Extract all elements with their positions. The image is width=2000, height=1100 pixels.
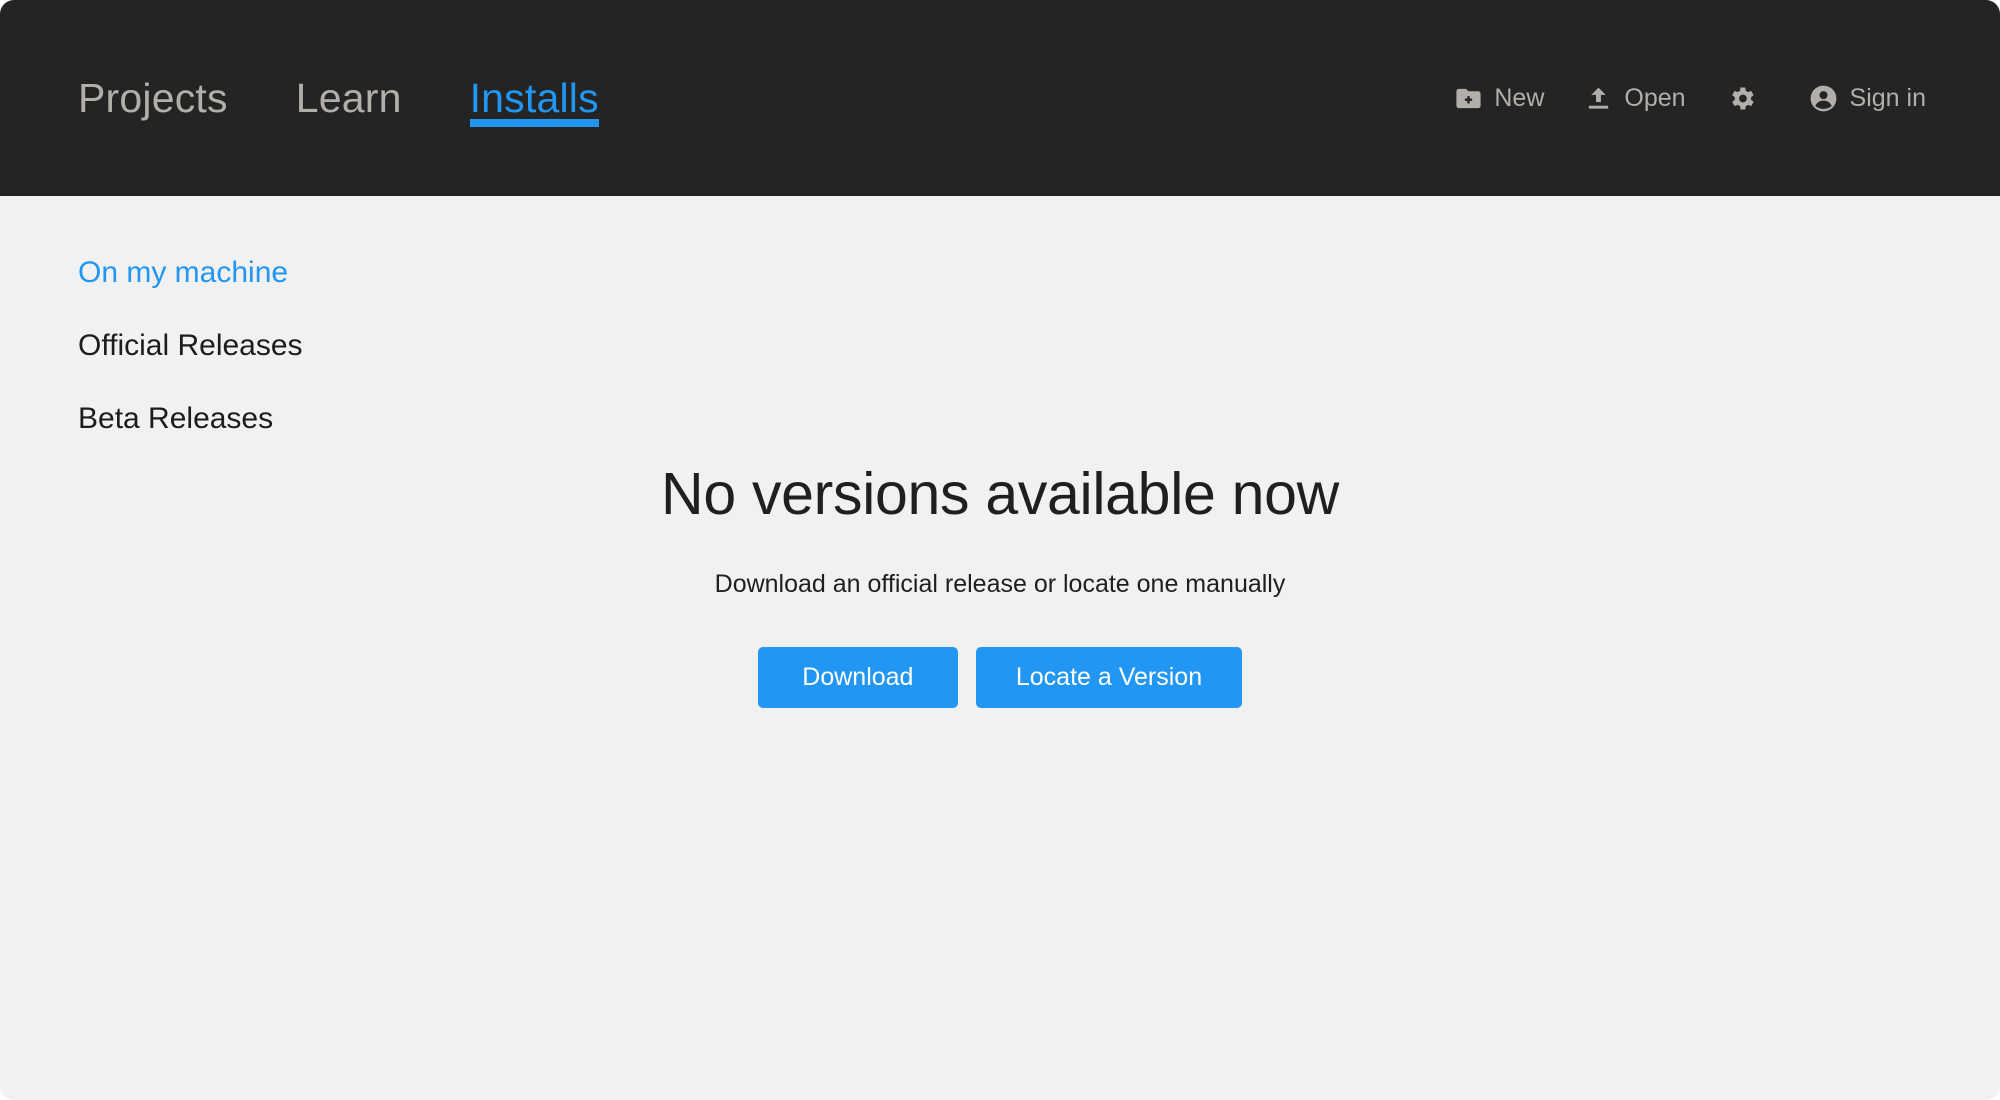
empty-state: No versions available now Download an of… xyxy=(0,461,2000,709)
sidebar-item-on-my-machine-label: On my machine xyxy=(78,256,289,289)
header-actions: New Open Sign in xyxy=(1434,0,1946,196)
sign-in-button[interactable]: Sign in xyxy=(1788,73,1946,124)
empty-state-subtitle: Download an official release or locate o… xyxy=(714,570,1286,599)
tab-learn[interactable]: Learn xyxy=(262,74,436,121)
download-button[interactable]: Download xyxy=(757,647,958,709)
sidebar-item-beta-releases-label: Beta Releases xyxy=(78,402,274,435)
new-project-label: New xyxy=(1494,83,1545,112)
sign-in-label: Sign in xyxy=(1849,83,1926,112)
open-project-label: Open xyxy=(1624,83,1686,112)
account-circle-icon xyxy=(1808,83,1839,114)
tab-installs-label: Installs xyxy=(469,74,599,121)
tab-learn-label: Learn xyxy=(295,74,402,121)
sidebar-item-on-my-machine[interactable]: On my machine xyxy=(78,258,498,288)
primary-navigation: Projects Learn Installs xyxy=(78,0,633,196)
gear-icon xyxy=(1726,83,1757,114)
empty-state-actions: Download Locate a Version xyxy=(0,647,2000,709)
sidebar-item-beta-releases[interactable]: Beta Releases xyxy=(78,404,498,434)
sidebar-item-official-releases-label: Official Releases xyxy=(78,329,303,362)
sidebar: On my machine Official Releases Beta Rel… xyxy=(78,258,498,477)
new-project-button[interactable]: New xyxy=(1434,74,1564,123)
sidebar-item-official-releases[interactable]: Official Releases xyxy=(78,331,498,361)
upload-icon xyxy=(1584,84,1613,113)
tab-projects-label: Projects xyxy=(78,74,228,121)
open-project-button[interactable]: Open xyxy=(1564,74,1705,123)
tab-installs[interactable]: Installs xyxy=(436,74,633,127)
settings-button[interactable] xyxy=(1706,73,1788,124)
tab-projects[interactable]: Projects xyxy=(78,74,262,121)
empty-state-title: No versions available now xyxy=(661,461,1339,527)
top-header: Projects Learn Installs New Open Sign in xyxy=(0,0,2000,196)
locate-version-button[interactable]: Locate a Version xyxy=(975,647,1243,709)
active-tab-indicator xyxy=(469,118,599,127)
folder-plus-icon xyxy=(1454,84,1483,113)
app-window: Projects Learn Installs New Open Sign in… xyxy=(0,0,2000,1100)
